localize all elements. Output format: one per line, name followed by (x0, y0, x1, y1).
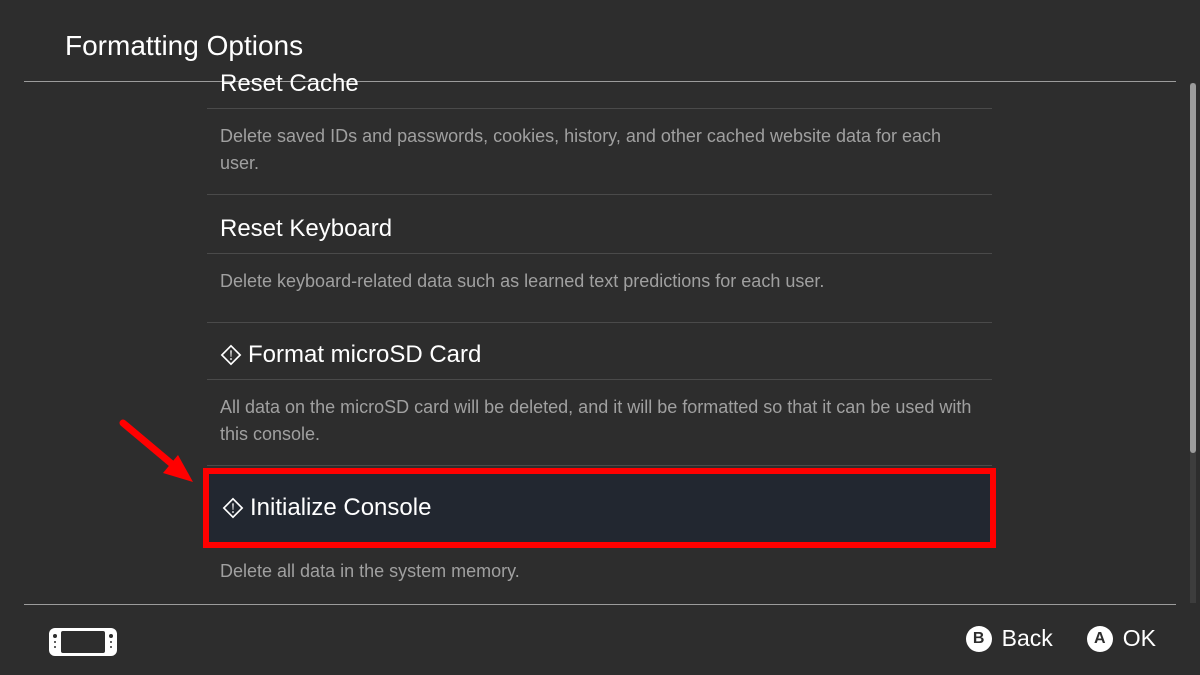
list-item-reset-cache[interactable]: Reset Cache (207, 70, 992, 108)
divider (207, 465, 992, 466)
options-list: Reset Cache Delete saved IDs and passwor… (207, 70, 992, 585)
b-button-icon: B (966, 626, 992, 652)
item-desc: Delete saved IDs and passwords, cookies,… (207, 109, 992, 194)
list-item-format-sd[interactable]: Format microSD Card (207, 323, 992, 379)
item-title-text: Reset Cache (220, 70, 359, 98)
ok-button[interactable]: A OK (1087, 625, 1156, 652)
back-button-label: Back (1002, 625, 1053, 652)
ok-button-label: OK (1123, 625, 1156, 652)
footer-bar: B Back A OK (0, 605, 1200, 675)
item-title: Reset Cache (207, 70, 992, 108)
a-button-icon: A (1087, 626, 1113, 652)
warning-diamond-icon (220, 344, 242, 366)
list-item-initialize-console[interactable]: Initialize Console (203, 468, 996, 548)
back-button[interactable]: B Back (966, 625, 1053, 652)
annotation-arrow-icon (115, 415, 205, 495)
warning-diamond-icon (222, 497, 244, 519)
list-item-reset-keyboard[interactable]: Reset Keyboard (207, 195, 992, 253)
item-title-text: Initialize Console (250, 494, 431, 522)
item-desc: All data on the microSD card will be del… (207, 380, 992, 465)
item-title-text: Reset Keyboard (220, 215, 392, 243)
item-title-text: Format microSD Card (248, 341, 481, 369)
footer-buttons: B Back A OK (966, 625, 1156, 652)
item-title: Format microSD Card (207, 323, 992, 379)
scrollbar-track[interactable] (1190, 83, 1196, 603)
scrollbar-thumb[interactable] (1190, 83, 1196, 453)
item-desc: Delete keyboard-related data such as lea… (207, 254, 992, 322)
item-desc: Delete all data in the system memory. (207, 548, 992, 585)
page-title: Formatting Options (65, 30, 303, 62)
console-icon (48, 627, 118, 662)
item-title: Reset Keyboard (207, 195, 992, 253)
